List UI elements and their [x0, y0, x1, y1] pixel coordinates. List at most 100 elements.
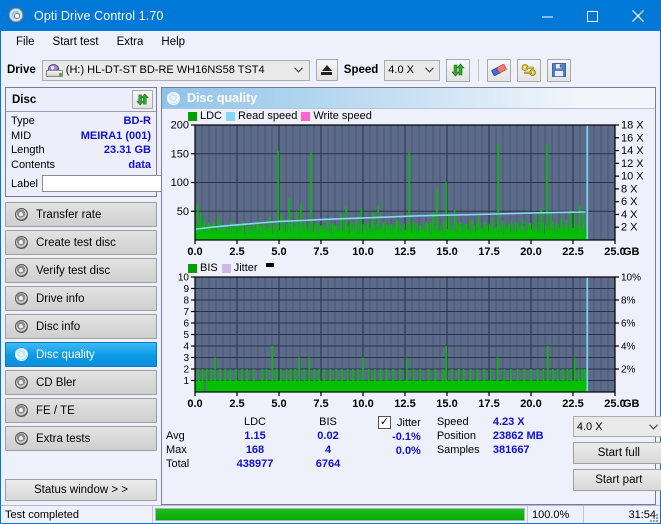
- sidebar-item-disc-info[interactable]: Disc info: [5, 314, 157, 339]
- menu-file[interactable]: File: [7, 33, 44, 51]
- svg-text:3: 3: [183, 353, 189, 364]
- keys-button[interactable]: [517, 58, 542, 82]
- main-panel-header: Disc quality: [162, 88, 655, 109]
- disc-icon: [13, 376, 29, 389]
- disc-properties: Type BD-R MID MEIRA1 (001) Length 23.31 …: [6, 112, 245, 196]
- erase-button[interactable]: [487, 58, 512, 82]
- speed-stat-label: Speed: [436, 416, 469, 428]
- svg-text:5: 5: [183, 330, 189, 341]
- svg-text:16 X: 16 X: [621, 132, 644, 144]
- svg-text:12.5: 12.5: [394, 398, 415, 410]
- disc-panel-header: Disc: [6, 88, 156, 112]
- svg-text:20.0: 20.0: [520, 398, 541, 410]
- legend-swatch-ldc: [188, 111, 197, 121]
- stats-corner: [166, 416, 218, 428]
- title-bar: Opti Drive Control 1.70: [1, 1, 660, 31]
- window-controls: [525, 1, 660, 31]
- sidebar-item-label: Disc info: [36, 320, 81, 333]
- maximize-icon[interactable]: [570, 1, 615, 31]
- disc-icon: [167, 91, 180, 105]
- sidebar-item-label: Verify test disc: [36, 264, 111, 277]
- stats-row-avg-label: Avg: [166, 430, 185, 442]
- svg-text:0.0: 0.0: [187, 246, 202, 258]
- disc-row-length-value: 23.31 GB: [103, 144, 151, 156]
- sidebar-item-label: FE / TE: [36, 404, 75, 417]
- stats-header-bis: BIS: [319, 416, 337, 428]
- menu-extra[interactable]: Extra: [108, 33, 153, 51]
- legend-marker-dash: [265, 263, 274, 267]
- progress-percent: 100.0%: [528, 506, 584, 523]
- svg-text:4%: 4%: [621, 342, 636, 353]
- status-message: Test completed: [1, 506, 153, 523]
- svg-text:10%: 10%: [621, 273, 641, 284]
- legend-swatch-bis: [188, 263, 197, 273]
- sidebar-item-create-test-disc[interactable]: Create test disc: [5, 230, 157, 255]
- svg-text:50: 50: [177, 206, 189, 218]
- sidebar-nav: Transfer rate Create test disc Verify te…: [5, 202, 157, 451]
- svg-text:10.0: 10.0: [352, 398, 373, 410]
- svg-text:9: 9: [183, 284, 189, 295]
- stats-total-bis: 6764: [315, 458, 341, 470]
- sidebar-item-label: CD Bler: [36, 376, 77, 389]
- main-panel: Disc quality LDC Read speed Write speed …: [161, 87, 661, 505]
- speed-select[interactable]: 4.0 X: [384, 59, 441, 81]
- svg-text:2.5: 2.5: [229, 398, 244, 410]
- status-window-button[interactable]: Status window > >: [5, 479, 157, 501]
- action-buttons: 4.0 X Start full Start part: [572, 416, 661, 502]
- svg-text:150: 150: [171, 148, 189, 160]
- disc-icon: [13, 208, 29, 221]
- svg-text:GB: GB: [623, 398, 640, 410]
- test-speed-select[interactable]: 4.0 X: [572, 416, 661, 437]
- save-button[interactable]: [547, 58, 572, 82]
- sidebar-item-cd-bler[interactable]: CD Bler: [5, 370, 157, 395]
- status-bar: Test completed 100.0% 31:54: [1, 505, 660, 523]
- refresh-icon: [136, 93, 149, 106]
- disc-label-key: Label: [11, 177, 38, 190]
- samples-stat-label: Samples: [436, 444, 480, 456]
- svg-text:20.0: 20.0: [520, 246, 541, 258]
- sidebar-item-label: Disc quality: [36, 348, 95, 361]
- disc-row-length: Length 23.31 GB: [11, 143, 151, 158]
- stats-total-ldc: 438977: [236, 458, 274, 470]
- legend-label-ldc: LDC: [200, 110, 223, 122]
- drive-label: Drive: [7, 64, 36, 76]
- chevron-down-icon: [421, 67, 437, 73]
- jitter-checkbox[interactable]: ✓: [378, 416, 391, 429]
- close-icon[interactable]: [615, 1, 660, 31]
- disc-icon: [13, 264, 29, 277]
- start-full-button[interactable]: Start full: [572, 442, 661, 464]
- start-part-button[interactable]: Start part: [572, 469, 661, 491]
- sidebar-item-verify-test-disc[interactable]: Verify test disc: [5, 258, 157, 283]
- sidebar-item-disc-quality[interactable]: Disc quality: [5, 342, 157, 367]
- resize-grip-icon[interactable]: [650, 514, 658, 522]
- menu-start-test[interactable]: Start test: [44, 33, 108, 51]
- svg-text:7.5: 7.5: [313, 398, 328, 410]
- toolbar-separator: [478, 59, 480, 81]
- stats-avg-bis: 0.02: [317, 430, 339, 442]
- svg-text:22.5: 22.5: [562, 246, 583, 258]
- minimize-icon[interactable]: [525, 1, 570, 31]
- svg-text:1: 1: [183, 376, 189, 387]
- page-title: Disc quality: [187, 91, 258, 105]
- disc-icon: [13, 320, 29, 333]
- menu-help[interactable]: Help: [152, 33, 194, 51]
- eject-button[interactable]: [315, 59, 338, 81]
- stats-max-ldc: 168: [245, 444, 265, 456]
- svg-text:10.0: 10.0: [352, 246, 373, 258]
- statistics-panel: LDC BIS Avg 1.15 0.02 Max 168 4 Total 43…: [162, 413, 661, 504]
- drive-select[interactable]: (H:) HL-DT-ST BD-RE WH16NS58 TST4: [41, 59, 310, 81]
- speed-label: Speed: [343, 64, 379, 76]
- refresh-button[interactable]: [446, 58, 471, 82]
- sidebar-item-extra-tests[interactable]: Extra tests: [5, 426, 157, 451]
- sidebar-item-drive-info[interactable]: Drive info: [5, 286, 157, 311]
- save-disk-icon: [552, 63, 567, 77]
- test-speed-select-value: 4.0 X: [576, 420, 603, 433]
- refresh-icon: [451, 63, 465, 77]
- disc-refresh-button[interactable]: [132, 90, 153, 109]
- position-stat-value: 23862 MB: [492, 430, 544, 442]
- sidebar-item-label: Extra tests: [36, 432, 91, 445]
- sidebar-item-fe-te[interactable]: FE / TE: [5, 398, 157, 423]
- bis-chart-canvas: 12345678910 2% 4% 6% 8% 10% 0.0 2.5 5.0 7.5 10.0 12…: [178, 273, 641, 411]
- svg-text:8 X: 8 X: [621, 183, 638, 195]
- sidebar-item-transfer-rate[interactable]: Transfer rate: [5, 202, 157, 227]
